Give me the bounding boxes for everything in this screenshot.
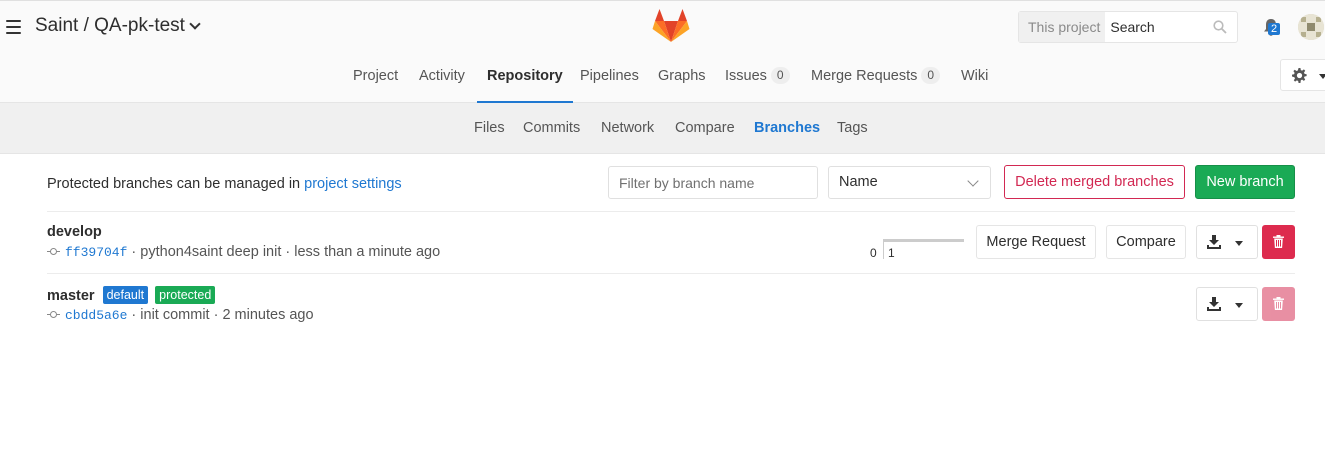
subtab-files[interactable]: Files	[474, 120, 505, 136]
search-icon	[1213, 20, 1227, 34]
branch-name-develop[interactable]: develop	[47, 224, 102, 240]
commit-icon	[47, 248, 60, 256]
protected-branches-info: Protected branches can be managed in pro…	[47, 176, 402, 192]
commit-line-master: cbdd5a6e · init commit · 2 minutes ago	[47, 307, 314, 323]
avatar[interactable]	[1298, 14, 1324, 40]
commit-line-develop: ff39704f · python4saint deep init · less…	[47, 244, 440, 260]
divider	[47, 273, 1295, 274]
tab-project[interactable]: Project	[353, 57, 398, 103]
commit-separator: ·	[131, 307, 141, 323]
subtab-network[interactable]: Network	[601, 120, 654, 136]
caret-down-icon	[1235, 241, 1243, 246]
commits-behind-count: 0	[870, 246, 877, 260]
avatar-pattern-icon	[1298, 14, 1324, 40]
divergence-separator	[883, 239, 884, 259]
commit-icon	[47, 311, 60, 319]
caret-down-icon	[1319, 74, 1325, 79]
subtab-commits[interactable]: Commits	[523, 120, 580, 136]
subtab-compare[interactable]: Compare	[675, 120, 735, 136]
commits-ahead-count: 1	[888, 246, 895, 260]
commit-message[interactable]: init commit	[140, 307, 209, 323]
info-text: Protected branches can be managed in	[47, 176, 301, 192]
commit-time: 2 minutes ago	[222, 307, 314, 323]
download-icon	[1207, 297, 1221, 311]
branch-name-text[interactable]: master	[47, 288, 95, 304]
menu-icon[interactable]	[6, 20, 21, 34]
commit-sha-link[interactable]: cbdd5a6e	[65, 308, 127, 323]
merge-requests-count-badge: 0	[921, 67, 941, 84]
top-header: Saint / QA-pk-test This project 2	[0, 0, 1325, 103]
chevron-down-icon	[967, 175, 979, 187]
tab-graphs[interactable]: Graphs	[658, 57, 706, 103]
trash-icon	[1273, 297, 1284, 310]
sort-select[interactable]: Name	[828, 166, 991, 199]
issues-count-badge: 0	[770, 67, 790, 84]
project-settings-link[interactable]: project settings	[304, 176, 402, 192]
notification-count-badge[interactable]: 2	[1268, 23, 1281, 35]
commit-sha-link[interactable]: ff39704f	[65, 245, 127, 260]
tab-merge-requests[interactable]: Merge Requests 0	[811, 57, 941, 103]
project-settings-button[interactable]	[1280, 59, 1325, 91]
sort-select-value: Name	[839, 174, 878, 190]
subtab-branches[interactable]: Branches	[754, 120, 820, 136]
subtab-tags[interactable]: Tags	[837, 120, 868, 136]
tab-activity[interactable]: Activity	[419, 57, 465, 103]
new-branch-button[interactable]: New branch	[1195, 165, 1295, 199]
tab-wiki[interactable]: Wiki	[961, 57, 988, 103]
branch-name-master: master default protected	[47, 286, 216, 304]
branch-filter-input[interactable]	[608, 166, 818, 199]
search-input[interactable]	[1110, 19, 1206, 35]
download-dropdown-button[interactable]	[1196, 287, 1258, 321]
tab-pipelines[interactable]: Pipelines	[580, 57, 639, 103]
divider	[47, 211, 1295, 212]
download-icon	[1207, 235, 1221, 249]
download-dropdown-button[interactable]	[1196, 225, 1258, 259]
gitlab-logo-icon[interactable]	[652, 9, 690, 43]
main-nav: Project Activity Repository Pipelines Gr…	[0, 57, 1325, 104]
merge-request-button[interactable]: Merge Request	[976, 225, 1096, 259]
tab-repository[interactable]: Repository	[477, 57, 573, 103]
branch-divergence-graph: 0 1	[870, 236, 965, 260]
caret-down-icon	[1235, 303, 1243, 308]
project-path[interactable]: Saint / QA-pk-test	[35, 15, 185, 37]
project-title[interactable]: Saint / QA-pk-test	[35, 15, 201, 37]
delete-branch-button[interactable]	[1262, 225, 1295, 259]
chevron-down-icon[interactable]	[189, 18, 201, 30]
commit-message[interactable]: python4saint deep init	[140, 244, 281, 260]
default-branch-badge: default	[102, 286, 149, 304]
delete-branch-button-disabled[interactable]	[1262, 287, 1295, 321]
protected-branch-badge: protected	[155, 286, 216, 304]
tab-issues[interactable]: Issues 0	[725, 57, 790, 103]
commit-separator: ·	[281, 244, 295, 260]
search-scope[interactable]: This project	[1019, 12, 1106, 42]
compare-button[interactable]: Compare	[1106, 225, 1186, 259]
divergence-bar	[883, 239, 964, 242]
commit-time: less than a minute ago	[294, 244, 441, 260]
sub-nav: Files Commits Network Compare Branches T…	[0, 103, 1325, 154]
trash-icon	[1273, 235, 1284, 248]
commit-separator: ·	[131, 244, 141, 260]
gear-icon	[1292, 68, 1307, 83]
delete-merged-branches-button[interactable]: Delete merged branches	[1004, 165, 1185, 199]
search-box[interactable]: This project	[1018, 11, 1238, 43]
commit-separator: ·	[209, 307, 223, 323]
